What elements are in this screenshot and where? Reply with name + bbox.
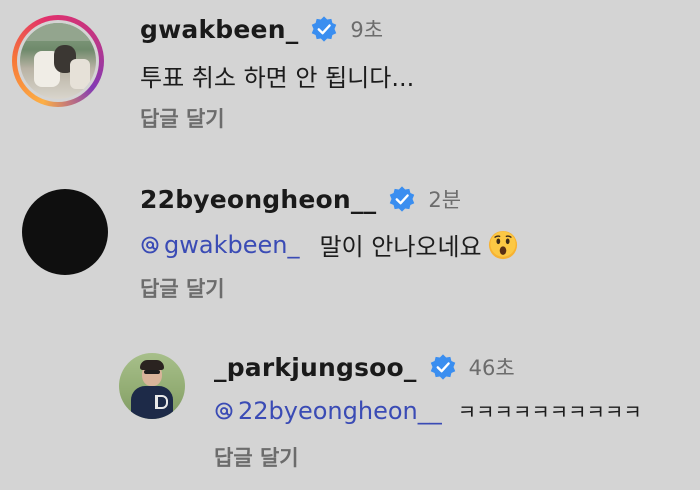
reply-button[interactable]: 답글 달기 xyxy=(140,103,225,133)
reply-button[interactable]: 답글 달기 xyxy=(140,273,225,303)
timestamp: 9초 xyxy=(350,18,384,42)
verified-badge-icon xyxy=(390,186,415,212)
verified-badge-icon xyxy=(312,16,337,42)
surprised-face-emoji-icon xyxy=(488,230,517,259)
username[interactable]: 22byeongheon__ xyxy=(140,185,376,214)
avatar-parkjungsoo[interactable] xyxy=(119,353,185,419)
reply-button[interactable]: 답글 달기 xyxy=(214,442,299,472)
comment-text: 말이 안나오네요 xyxy=(319,233,482,261)
timestamp: 46초 xyxy=(468,356,515,380)
verified-badge-icon xyxy=(430,354,455,380)
timestamp: 2분 xyxy=(428,188,462,212)
avatar-gwakbeen[interactable] xyxy=(12,15,104,107)
username[interactable]: gwakbeen_ xyxy=(140,15,298,44)
comment-text: ㅋㅋㅋㅋㅋㅋㅋㅋㅋㅋ xyxy=(457,400,642,424)
username[interactable]: _parkjungsoo_ xyxy=(214,353,417,382)
threads-at-icon xyxy=(141,236,159,253)
mention-link[interactable]: 22byeongheon__ xyxy=(214,397,442,425)
mention-username: 22byeongheon__ xyxy=(238,396,442,425)
mention-link[interactable]: gwakbeen_ xyxy=(140,231,299,259)
threads-at-icon xyxy=(215,402,233,419)
mention-username: gwakbeen_ xyxy=(164,230,300,259)
comment-text: 투표 취소 하면 안 됩니다... xyxy=(140,64,415,92)
avatar-22byeongheon[interactable] xyxy=(22,189,108,275)
